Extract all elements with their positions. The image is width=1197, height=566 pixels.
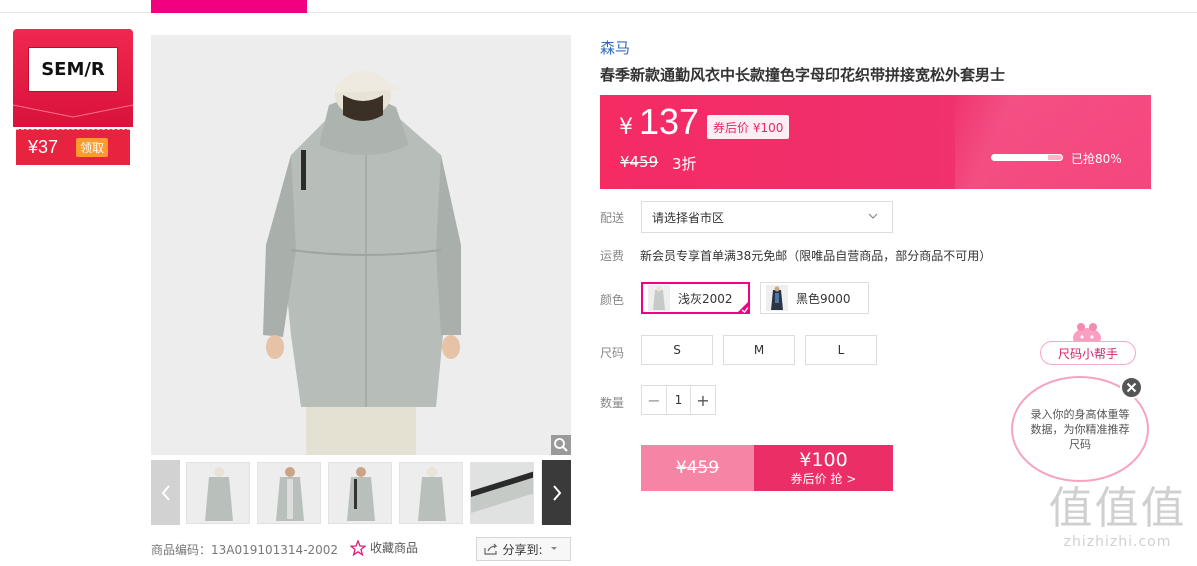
size-option-s[interactable]: S xyxy=(641,335,713,365)
share-dropdown[interactable]: 分享到: xyxy=(476,537,571,561)
buy-price: ¥100 xyxy=(799,448,848,471)
size-label: 尺码 xyxy=(600,346,625,360)
color-option-label: 黑色9000 xyxy=(796,291,851,306)
zoom-button[interactable] xyxy=(551,435,571,455)
coupon-amount: ¥37 xyxy=(28,137,59,157)
watermark-logo: 值值值 xyxy=(1048,483,1187,534)
thumbnail-4[interactable] xyxy=(399,462,463,524)
chevron-down-icon xyxy=(868,213,878,219)
brand-coupon-bottom: ¥37 领取 xyxy=(16,129,130,165)
watermark-url: zhizhizhi.com xyxy=(1063,534,1172,550)
main-product-image[interactable] xyxy=(151,35,571,455)
size-option-m[interactable]: M xyxy=(723,335,795,365)
thumb-prev-button[interactable] xyxy=(151,460,180,525)
thumbnail-1[interactable] xyxy=(186,462,250,524)
chevron-right-icon xyxy=(552,484,561,501)
sold-progress-fill xyxy=(992,155,1048,160)
brand-coupon-card[interactable]: SEM/R ¥37 领取 xyxy=(13,29,133,166)
price-panel-shine xyxy=(955,95,1151,189)
product-code: 商品编码：13A019101314-2002 xyxy=(151,543,339,557)
magnifier-icon xyxy=(554,438,568,452)
original-price: ¥459 xyxy=(620,153,659,171)
product-title: 春季新款通勤风衣中长款撞色字母印花织带拼接宽松外套男士 xyxy=(600,66,1006,84)
price-panel: ¥ 137 券后价 ¥100 ¥459 3折 已抢80% xyxy=(600,95,1151,189)
currency-symbol: ¥ xyxy=(619,115,633,140)
color-swatch-light-grey xyxy=(648,285,670,311)
brand-link[interactable]: 森马 xyxy=(600,37,630,58)
coupon-chevron-decoration xyxy=(13,104,133,118)
color-option-label: 浅灰2002 xyxy=(678,291,733,306)
current-price: 137 xyxy=(639,101,700,142)
after-coupon-price-tag: 券后价 ¥100 xyxy=(707,115,790,139)
quantity-stepper: − 1 + xyxy=(641,385,716,415)
buy-coupon-price[interactable]: ¥100 券后价 抢 > xyxy=(754,445,893,491)
thumbnail-5[interactable] xyxy=(470,462,534,524)
sold-percentage: 已抢80% xyxy=(1071,152,1122,166)
chevron-left-icon xyxy=(161,484,170,501)
close-icon xyxy=(1126,382,1137,393)
quantity-label: 数量 xyxy=(600,396,625,410)
star-icon xyxy=(350,539,366,556)
favorite-button[interactable]: 收藏商品 xyxy=(350,539,418,556)
share-label: 分享到: xyxy=(502,542,543,557)
selected-check-icon xyxy=(736,300,750,314)
color-option-black[interactable]: 黑色9000 xyxy=(760,282,869,314)
active-tab-indicator xyxy=(151,0,307,13)
shipping-label: 运费 xyxy=(600,249,625,263)
brand-logo: SEM/R xyxy=(28,47,118,92)
quantity-decrease-button[interactable]: − xyxy=(642,386,666,414)
sold-progress-bar xyxy=(991,154,1063,161)
color-option-light-grey[interactable]: 浅灰2002 xyxy=(641,282,750,314)
buy-sub-label: 券后价 抢 > xyxy=(790,471,857,486)
region-select[interactable]: 请选择省市区 xyxy=(641,201,893,233)
site-watermark: 值值值 zhizhizhi.com xyxy=(1045,483,1190,551)
discount-rate: 3折 xyxy=(672,155,697,173)
delivery-label: 配送 xyxy=(600,211,625,225)
thumbnail-3[interactable] xyxy=(328,462,392,524)
color-swatch-black xyxy=(766,285,788,311)
buy-original-price: ¥459 xyxy=(641,445,754,491)
thumbnail-strip xyxy=(151,460,571,525)
share-icon xyxy=(484,543,498,555)
size-option-l[interactable]: L xyxy=(805,335,877,365)
quantity-input[interactable]: 1 xyxy=(666,386,691,414)
size-helper-title[interactable]: 尺码小帮手 xyxy=(1040,341,1136,365)
close-helper-button[interactable] xyxy=(1120,376,1143,399)
color-label: 颜色 xyxy=(600,293,625,307)
buy-button[interactable]: ¥459 ¥100 券后价 抢 > xyxy=(641,445,893,491)
thumb-next-button[interactable] xyxy=(542,460,571,525)
product-illustration xyxy=(151,35,571,455)
region-select-value: 请选择省市区 xyxy=(652,210,725,225)
claim-coupon-button[interactable]: 领取 xyxy=(76,138,109,157)
quantity-increase-button[interactable]: + xyxy=(691,386,715,414)
shipping-info: 新会员专享首单满38元免邮（限唯品自营商品，部分商品不可用） xyxy=(640,249,992,263)
caret-down-icon xyxy=(550,547,557,550)
size-helper-text: 录入你的身高体重等数据，为你精准推荐尺码 xyxy=(1030,407,1130,451)
thumbnail-2[interactable] xyxy=(257,462,321,524)
favorite-label: 收藏商品 xyxy=(370,541,419,555)
